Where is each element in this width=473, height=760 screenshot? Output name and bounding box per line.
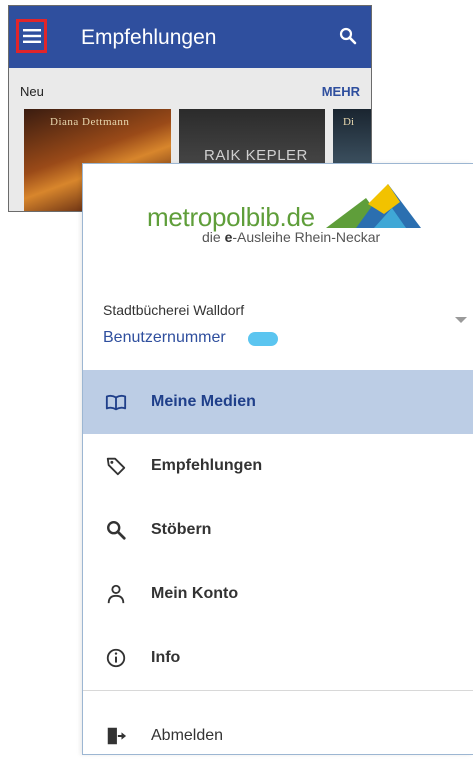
nav-item-mein-konto[interactable]: Mein Konto — [83, 562, 473, 626]
navigation-drawer: metropolbib.de die e-Ausleihe Rhein-Neck… — [82, 163, 473, 755]
nav-item-meine-medien[interactable]: Meine Medien — [83, 370, 473, 434]
divider — [83, 690, 473, 691]
logout-icon — [107, 727, 127, 745]
nav-label: Info — [151, 649, 181, 666]
cover-author: RAIK KEPLER — [204, 147, 308, 164]
logo-tagline-prefix: die — [202, 229, 225, 245]
search-icon[interactable] — [339, 27, 357, 45]
logo: metropolbib.de die e-Ausleihe Rhein-Neck… — [83, 164, 473, 282]
nav-item-info[interactable]: Info — [83, 626, 473, 690]
logo-tagline-suffix: -Ausleihe Rhein-Neckar — [232, 229, 381, 245]
section-label: Neu — [20, 84, 44, 99]
nav-item-empfehlungen[interactable]: Empfehlungen — [83, 434, 473, 498]
library-name: Stadtbücherei Walldorf — [103, 302, 245, 318]
search-icon — [107, 521, 126, 540]
logo-tagline: die e-Ausleihe Rhein-Neckar — [202, 229, 380, 245]
hamburger-icon — [22, 29, 41, 43]
cover-author: Diana Dettmann — [50, 116, 130, 128]
more-link[interactable]: MEHR — [322, 84, 360, 99]
nav-label: Meine Medien — [151, 393, 256, 410]
account-dropdown-icon[interactable] — [455, 317, 467, 323]
menu-button[interactable] — [16, 19, 47, 53]
book-open-icon — [105, 394, 127, 411]
cover-author: Di — [343, 116, 354, 128]
nav-label: Stöbern — [151, 521, 212, 538]
user-icon — [107, 584, 125, 604]
info-icon — [106, 648, 126, 668]
nav-item-abmelden[interactable]: Abmelden — [83, 712, 473, 760]
redaction-mark — [248, 332, 278, 346]
nav-item-stoebern[interactable]: Stöbern — [83, 498, 473, 562]
logo-mark-icon — [326, 184, 421, 228]
nav-label: Abmelden — [151, 727, 224, 744]
nav-label: Mein Konto — [151, 585, 239, 602]
app-title: Empfehlungen — [81, 26, 217, 49]
nav-label: Empfehlungen — [151, 457, 263, 474]
app-bar: Empfehlungen — [9, 6, 371, 68]
tag-icon — [106, 457, 126, 476]
user-number: Benutzernummer — [103, 329, 226, 346]
